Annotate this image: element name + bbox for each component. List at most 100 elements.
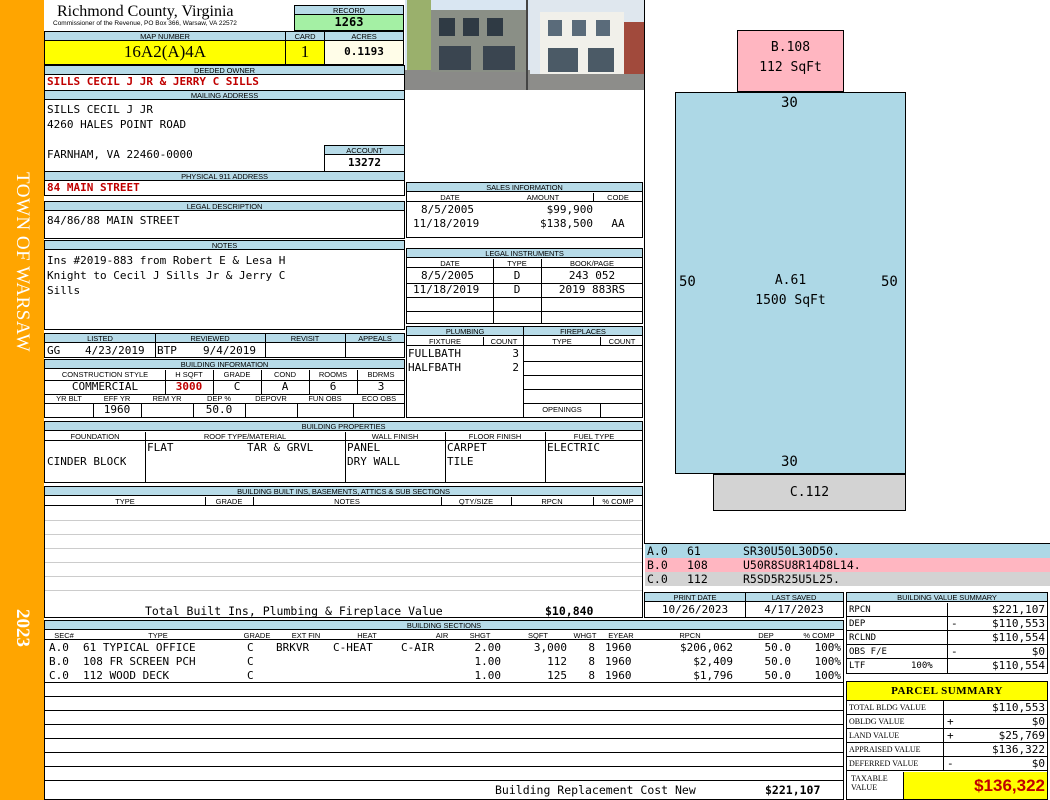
builtins-box: BUILDING BUILT INS, BASEMENTS, ATTICS & … xyxy=(44,486,643,618)
sketch-a-label: A.61 xyxy=(774,273,807,288)
dep-value: 50.0 xyxy=(205,403,233,416)
sketch-section-b: B.108 112 SqFt xyxy=(737,30,844,92)
bi-h-grade: GRADE xyxy=(215,497,243,506)
parcel-value: $25,769 xyxy=(998,729,1045,742)
sec-dep: 50.0 xyxy=(764,641,792,654)
listing-header: LISTED REVIEWED REVISIT APPEALS xyxy=(45,334,404,343)
sales-label: SALES INFORMATION xyxy=(407,183,642,192)
summary-pct: 100% xyxy=(911,661,933,671)
legend-num: 108 xyxy=(687,558,708,572)
plumbing-row: FULLBATH 3 xyxy=(407,347,523,361)
section-row: B.0 108 FR SCREEN PCH C 1.00 112 8 1960 … xyxy=(45,655,843,669)
summary-value: $0 xyxy=(1031,645,1045,658)
sec-h-heat: HEAT xyxy=(357,631,377,640)
h-dep: DEP % xyxy=(206,394,232,403)
replacement-cost-label: Building Replacement Cost New xyxy=(495,783,696,797)
print-date-value: 10/26/2023 xyxy=(661,603,729,616)
roof-material-value: TAR & GRVL xyxy=(247,441,314,454)
bi-h-type: TYPE xyxy=(115,497,135,506)
parcel-row: DEFERRED VALUE - $0 xyxy=(847,757,1047,771)
notes-box: NOTES Ins #2019-883 from Robert E & Lesa… xyxy=(44,240,405,330)
prop-h-fuel: FUEL TYPE xyxy=(573,432,615,441)
sec-grade: C xyxy=(247,655,254,668)
legal-description-value: 84/86/88 MAIN STREET xyxy=(47,214,180,227)
property-photo xyxy=(405,0,644,90)
effyr-value: 1960 xyxy=(103,403,131,416)
sec-rpcn: $206,062 xyxy=(680,641,733,654)
instruments-label: LEGAL INSTRUMENTS xyxy=(407,249,642,258)
notes-label: NOTES xyxy=(45,241,404,250)
sec-h-extfin: EXT FIN xyxy=(291,631,321,640)
instr-h-type: TYPE xyxy=(507,259,527,268)
sections-label: BUILDING SECTIONS xyxy=(45,621,843,630)
sec-whgt: 8 xyxy=(588,641,595,654)
sketch-b-label: B.108 xyxy=(770,40,811,55)
parcel-value: $0 xyxy=(1031,757,1045,770)
foundation-value: CINDER BLOCK xyxy=(47,455,127,468)
plumb-h-fixture: FIXTURE xyxy=(428,337,462,346)
h-bdrms: BDRMS xyxy=(367,370,395,379)
summary-sign: - xyxy=(951,617,958,630)
account-label: ACCOUNT xyxy=(325,146,404,155)
tax-year: 2023 xyxy=(12,609,33,647)
parcel-sign: + xyxy=(947,729,954,742)
sec-sqft: 112 xyxy=(547,655,567,668)
record-label: RECORD xyxy=(295,6,403,15)
parcel-value: $0 xyxy=(1031,715,1045,728)
bi-h-rpcn: RPCN xyxy=(541,497,563,506)
instr-book: 2019 883RS xyxy=(558,283,626,296)
grade-value: C xyxy=(233,380,241,393)
plumb-h-count: COUNT xyxy=(490,337,518,346)
fuel-type-value: ELECTRIC xyxy=(547,441,600,454)
summary-value: $110,554 xyxy=(992,659,1045,672)
sketch-b-area: 112 SqFt xyxy=(759,60,822,75)
mailing-line-2: 4260 HALES POINT ROAD xyxy=(47,118,187,131)
sec-h-eyear: EYEAR xyxy=(608,631,634,640)
fireplaces-box: FIREPLACES TYPE COUNT OPENINGS xyxy=(523,326,643,418)
card-label: CARD xyxy=(286,32,324,41)
parcel-sign: + xyxy=(947,715,954,728)
summary-label: RPCN xyxy=(849,605,871,615)
builtins-total-label: Total Built Ins, Plumbing & Fireplace Va… xyxy=(145,604,443,618)
construction-style: COMMERCIAL xyxy=(71,380,139,393)
parcel-label: OBLDG VALUE xyxy=(849,717,905,726)
notes-line-2: Knight to Cecil J Sills Jr & Jerry C xyxy=(47,269,286,282)
summary-label: RCLND xyxy=(849,633,877,643)
bi-h-comp: % COMP xyxy=(602,497,634,506)
h-depovr: DEPOVR xyxy=(255,394,287,403)
map-number-label: MAP NUMBER xyxy=(45,32,285,41)
acres-value: 0.1193 xyxy=(344,45,384,58)
instr-h-book: BOOK/PAGE xyxy=(569,259,615,268)
parcel-summary-box: PARCEL SUMMARY TOTAL BLDG VALUE $110,553 … xyxy=(846,681,1048,800)
sec-num: C.0 xyxy=(49,669,69,682)
sec-grade: C xyxy=(247,641,254,654)
sections-box: BUILDING SECTIONS SEC# TYPE GRADE EXT FI… xyxy=(44,620,844,800)
building-info-box: BUILDING INFORMATION CONSTRUCTION STYLE … xyxy=(44,359,405,418)
parcel-label: LAND VALUE xyxy=(849,731,900,740)
h-cond: COND xyxy=(273,370,297,379)
reviewed-label: REVIEWED xyxy=(190,334,230,343)
parcel-sign: - xyxy=(947,757,954,770)
instr-date: 8/5/2005 xyxy=(421,269,474,282)
record-box: RECORD 1263 xyxy=(294,5,404,31)
parcel-row: TOTAL BLDG VALUE $110,553 xyxy=(847,701,1047,715)
summary-label: LTF xyxy=(849,661,866,671)
sec-comp: 100% xyxy=(814,641,842,654)
h-remyr: REM YR xyxy=(152,394,182,403)
reviewed-by: BTP xyxy=(157,344,177,357)
sec-h-whgt: WHGT xyxy=(573,631,597,640)
commissioner-line: Commissioner of the Revenue, PO Box 366,… xyxy=(53,20,237,27)
sec-h-rpcn: RPCN xyxy=(679,631,701,640)
sec-sqft: 125 xyxy=(547,669,567,682)
builtins-total-value: $10,840 xyxy=(545,604,594,618)
deeded-owner-label: DEEDED OWNER xyxy=(45,66,404,75)
instr-book: 243 052 xyxy=(568,269,616,282)
parcel-value: $110,553 xyxy=(992,701,1045,714)
sketch-dim-bottom: 30 xyxy=(781,454,798,470)
sales-h-code: CODE xyxy=(607,193,629,202)
sale-date: 11/18/2019 xyxy=(413,217,480,230)
rooms-value: 6 xyxy=(329,380,337,393)
summary-row: DEP - $110,553 xyxy=(847,617,1047,631)
record-value: 1263 xyxy=(295,15,403,30)
listed-date: 4/23/2019 xyxy=(85,344,145,357)
